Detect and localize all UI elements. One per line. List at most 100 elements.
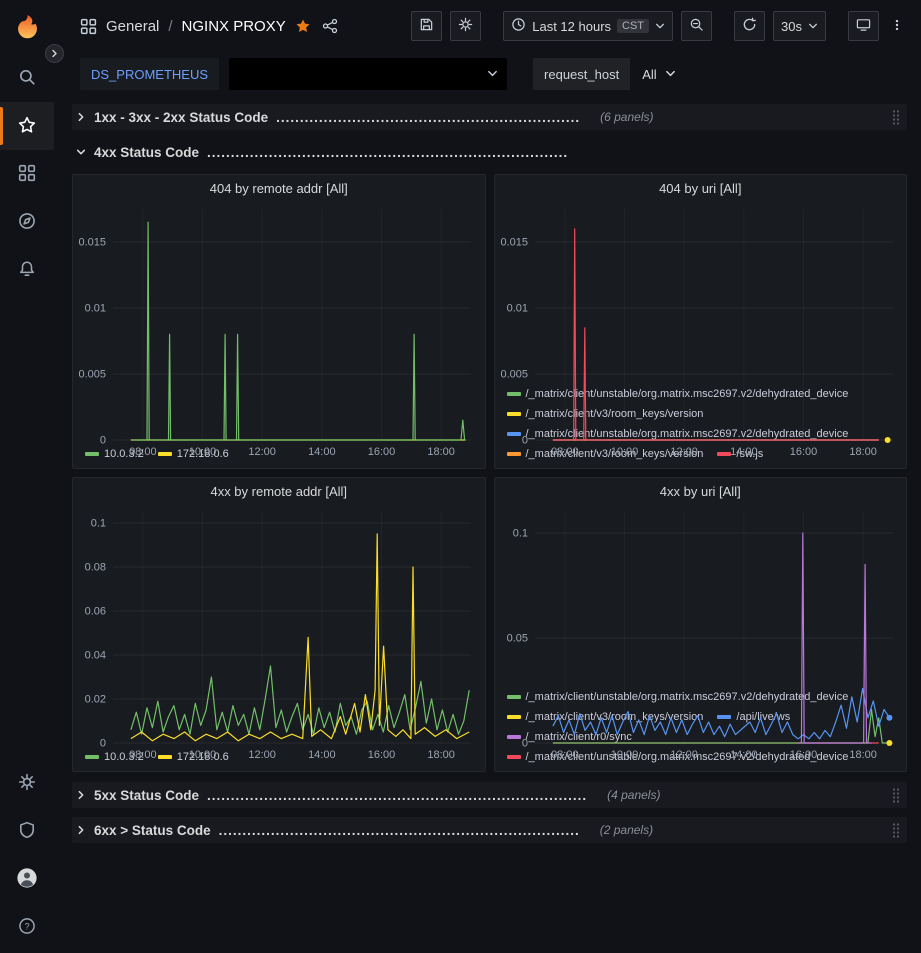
datasource-variable-label[interactable]: DS_PROMETHEUS — [80, 58, 219, 90]
row-panel-count: (4 panels) — [607, 788, 660, 802]
row-title: 5xx Status Code — [94, 788, 199, 803]
svg-text:08:00: 08:00 — [129, 749, 157, 761]
panel-title[interactable]: 404 by uri [All] — [659, 181, 741, 196]
refresh-button[interactable] — [734, 11, 765, 41]
shield-icon — [18, 821, 36, 842]
row-toggle-5xx[interactable]: 5xx Status Code ........................… — [72, 788, 885, 803]
sidebar-item-explore[interactable] — [0, 198, 54, 246]
breadcrumb: General / NGINX PROXY — [80, 18, 338, 35]
svg-text:14:00: 14:00 — [730, 446, 758, 458]
row-header-1xx-3xx-2xx: 1xx - 3xx - 2xx Status Code ............… — [72, 104, 907, 130]
breadcrumb-separator: / — [168, 18, 172, 35]
favorite-star-icon[interactable] — [295, 18, 311, 34]
svg-text:16:00: 16:00 — [368, 446, 396, 458]
star-icon — [18, 116, 36, 137]
time-series-chart[interactable]: 00.050.108:0010:0012:0014:0016:0018:00 — [495, 504, 907, 687]
datasource-select[interactable] — [229, 58, 507, 90]
breadcrumb-folder[interactable]: General — [106, 18, 159, 35]
sidebar-bottom: ? — [0, 759, 54, 953]
svg-text:0.1: 0.1 — [512, 528, 527, 540]
dashboard-settings-button[interactable] — [450, 11, 481, 41]
main-area: General / NGINX PROXY — [54, 0, 921, 953]
row-title-dots: ........................................… — [207, 788, 587, 803]
row-panel-count: (6 panels) — [600, 110, 653, 124]
timezone-label: CST — [617, 19, 649, 33]
panel-header[interactable]: 4xx by uri [All] — [495, 478, 907, 504]
row-toggle-1xx-3xx-2xx[interactable]: 1xx - 3xx - 2xx Status Code ............… — [72, 110, 885, 125]
save-dashboard-button[interactable] — [411, 11, 442, 41]
sidebar-item-server-admin[interactable] — [0, 807, 54, 855]
sidebar-item-help[interactable]: ? — [0, 903, 54, 951]
sidebar-item-profile[interactable] — [0, 855, 54, 903]
row-title: 4xx Status Code — [94, 145, 199, 160]
panel-title[interactable]: 4xx by remote addr [All] — [210, 484, 347, 499]
time-series-chart[interactable]: 00.0050.010.01508:0010:0012:0014:0016:00… — [495, 201, 907, 384]
zoom-out-time-button[interactable] — [681, 11, 712, 41]
gear-icon — [458, 17, 473, 35]
chevron-down-icon — [76, 147, 86, 157]
svg-text:12:00: 12:00 — [670, 749, 698, 761]
sidebar-expand-button[interactable] — [45, 44, 64, 63]
row-drag-handle[interactable] — [885, 787, 907, 803]
row-header-4xx: 4xx Status Code ........................… — [72, 139, 907, 165]
kebab-menu-button[interactable] — [887, 11, 907, 41]
refresh-interval-dropdown[interactable]: 30s — [773, 11, 826, 41]
row-title-dots: ........................................… — [207, 145, 568, 160]
row-panel-count: (2 panels) — [600, 823, 653, 837]
svg-text:0: 0 — [100, 738, 106, 750]
panel-header[interactable]: 404 by remote addr [All] — [73, 175, 485, 201]
chevron-down-icon — [665, 67, 676, 82]
svg-text:0.04: 0.04 — [85, 650, 106, 662]
sidebar-item-starred[interactable] — [0, 102, 54, 150]
row-header-6xx: 6xx > Status Code ......................… — [72, 817, 907, 843]
row-toggle-6xx[interactable]: 6xx > Status Code ......................… — [72, 823, 885, 838]
panel-grid-4xx: 404 by remote addr [All] 00.0050.010.015… — [72, 174, 907, 772]
panel-header[interactable]: 404 by uri [All] — [495, 175, 907, 201]
svg-text:0.005: 0.005 — [78, 369, 106, 381]
chevron-down-icon — [487, 67, 498, 82]
row-drag-handle[interactable] — [885, 109, 907, 125]
svg-text:08:00: 08:00 — [551, 749, 579, 761]
svg-text:16:00: 16:00 — [368, 749, 396, 761]
svg-text:0.015: 0.015 — [500, 237, 528, 249]
chevron-right-icon — [50, 46, 59, 61]
refresh-interval-label: 30s — [781, 19, 802, 34]
svg-text:18:00: 18:00 — [849, 749, 877, 761]
request-host-select[interactable]: All — [632, 58, 685, 90]
chevron-right-icon — [76, 112, 86, 122]
dashboard-canvas: 1xx - 3xx - 2xx Status Code ............… — [54, 96, 921, 953]
zoom-out-icon — [689, 17, 704, 35]
time-series-chart[interactable]: 00.020.040.060.080.108:0010:0012:0014:00… — [73, 504, 485, 747]
share-icon[interactable] — [322, 18, 338, 34]
svg-text:0.08: 0.08 — [85, 562, 106, 574]
cycle-view-mode-button[interactable] — [848, 11, 879, 41]
sidebar-item-configuration[interactable] — [0, 759, 54, 807]
sidebar-item-dashboards[interactable] — [0, 150, 54, 198]
grafana-logo-icon[interactable] — [0, 0, 54, 54]
svg-text:10:00: 10:00 — [189, 749, 217, 761]
panel-title[interactable]: 4xx by uri [All] — [660, 484, 741, 499]
panel-header[interactable]: 4xx by remote addr [All] — [73, 478, 485, 504]
panel-4xx-by-remote-addr: 4xx by remote addr [All] 00.020.040.060.… — [72, 477, 486, 772]
help-icon: ? — [18, 917, 36, 938]
kebab-icon — [890, 17, 904, 36]
svg-text:0.01: 0.01 — [85, 303, 106, 315]
time-range-picker[interactable]: Last 12 hours CST — [503, 11, 673, 41]
profile-icon — [16, 867, 38, 892]
svg-text:0.05: 0.05 — [506, 633, 527, 645]
row-drag-handle[interactable] — [885, 822, 907, 838]
svg-text:08:00: 08:00 — [551, 446, 579, 458]
sidebar-item-alerting[interactable] — [0, 246, 54, 294]
row-title-dots: ........................................… — [276, 110, 580, 125]
panel-404-by-uri: 404 by uri [All] 00.0050.010.01508:0010:… — [494, 174, 908, 469]
row-header-5xx: 5xx Status Code ........................… — [72, 782, 907, 808]
row-title: 6xx > Status Code — [94, 823, 211, 838]
panel-title[interactable]: 404 by remote addr [All] — [210, 181, 348, 196]
gear-icon — [18, 773, 36, 794]
chevron-right-icon — [76, 825, 86, 835]
sidebar-item-search[interactable] — [0, 54, 54, 102]
request-host-value: All — [642, 67, 656, 82]
row-toggle-4xx[interactable]: 4xx Status Code ........................… — [72, 145, 907, 160]
time-series-chart[interactable]: 00.0050.010.01508:0010:0012:0014:0016:00… — [73, 201, 485, 444]
save-icon — [419, 17, 434, 35]
